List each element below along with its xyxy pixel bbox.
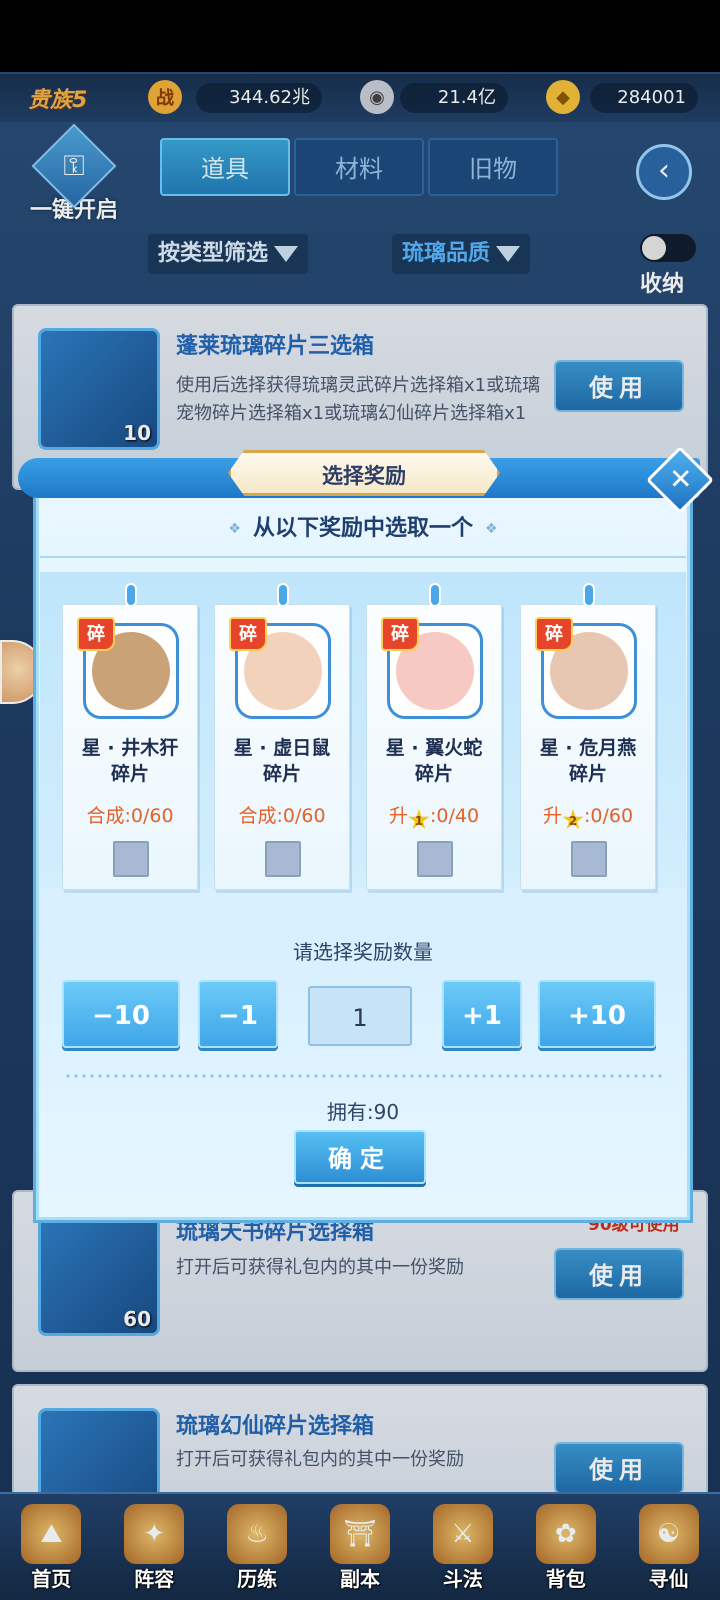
reward-option[interactable]: 碎 星 · 井木犴 碎片 合成:0/60 <box>62 583 198 890</box>
reward-checkbox[interactable] <box>265 841 301 877</box>
plus-10-button[interactable]: +10 <box>538 980 656 1048</box>
arena-icon: ⚔ <box>432 1504 493 1564</box>
reward-name-line1: 星 · 危月燕 <box>539 737 637 759</box>
nav-lineup[interactable]: ✦ 阵容 <box>103 1494 206 1600</box>
training-icon: ♨ <box>227 1504 288 1564</box>
nav-arena[interactable]: ⚔ 斗法 <box>411 1494 514 1600</box>
minus-10-button[interactable]: −10 <box>62 980 180 1048</box>
progress-prefix: 合成 <box>86 805 125 827</box>
owned-count: 拥有:90 <box>326 1100 400 1124</box>
nav-bag[interactable]: ✿ 背包 <box>514 1494 617 1600</box>
diamond-decoration-icon: ❖ <box>485 521 498 537</box>
star-icon: 1 <box>408 809 430 830</box>
nav-dungeon[interactable]: ⛩ 副本 <box>309 1494 412 1600</box>
reward-option[interactable]: 碎 星 · 翼火蛇 碎片 升 1:0/40 <box>366 583 502 890</box>
reward-name: 星 · 虚日鼠 碎片 <box>215 735 349 787</box>
minus-1-button[interactable]: −1 <box>198 980 278 1048</box>
star-icon: 2 <box>562 809 584 830</box>
bag-icon: ✿ <box>535 1504 596 1564</box>
progress-prefix: 升 <box>388 805 408 827</box>
reward-progress: 合成:0/60 <box>215 801 349 828</box>
reward-name-line2: 碎片 <box>568 763 607 785</box>
pin-icon <box>429 583 441 607</box>
fragment-tag: 碎 <box>381 617 419 651</box>
quantity-label: 请选择奖励数量 <box>293 940 433 964</box>
status-bar <box>0 0 720 72</box>
fragment-tag: 碎 <box>229 617 267 651</box>
reward-progress: 合成:0/60 <box>63 801 197 828</box>
lineup-icon: ✦ <box>124 1504 185 1564</box>
nav-label: 斗法 <box>442 1567 483 1591</box>
progress-prefix: 升 <box>542 805 562 827</box>
nav-label: 副本 <box>340 1567 380 1591</box>
progress-value: :0/60 <box>276 805 326 827</box>
reward-progress: 升 1:0/40 <box>367 801 501 831</box>
progress-value: :0/60 <box>124 805 174 827</box>
nav-label: 背包 <box>545 1567 586 1591</box>
fragment-tag: 碎 <box>535 617 573 651</box>
nav-home[interactable]: ⛰ 首页 <box>0 1494 103 1600</box>
progress-value: :0/40 <box>429 805 480 827</box>
subtitle-text: 从以下奖励中选取一个 <box>252 516 473 541</box>
nav-label: 历练 <box>237 1567 278 1591</box>
pin-icon <box>125 583 137 607</box>
seek-immortal-icon: ☯ <box>638 1504 699 1564</box>
nav-label: 寻仙 <box>648 1567 689 1591</box>
plus-1-button[interactable]: +1 <box>442 980 522 1048</box>
reward-checkbox[interactable] <box>417 841 453 877</box>
nav-label: 阵容 <box>134 1567 175 1591</box>
dialog-title: 选择奖励 <box>228 450 500 496</box>
close-icon: ✕ <box>668 462 693 496</box>
progress-value: :0/60 <box>583 805 634 827</box>
dialog-subtitle: ❖ 从以下奖励中选取一个 ❖ <box>36 510 690 542</box>
reward-checkbox[interactable] <box>113 841 149 877</box>
progress-prefix: 合成 <box>238 805 277 827</box>
nav-training[interactable]: ♨ 历练 <box>206 1494 309 1600</box>
reward-name-line2: 碎片 <box>262 763 301 785</box>
reward-name-line2: 碎片 <box>110 763 149 785</box>
reward-option[interactable]: 碎 星 · 虚日鼠 碎片 合成:0/60 <box>214 583 350 890</box>
pin-icon <box>277 583 289 607</box>
reward-name-line2: 碎片 <box>414 763 453 785</box>
dotted-divider <box>64 1074 662 1078</box>
reward-checkbox[interactable] <box>571 841 607 877</box>
dungeon-gate-icon: ⛩ <box>330 1504 390 1564</box>
reward-option[interactable]: 碎 星 · 危月燕 碎片 升 2:0/60 <box>520 583 656 890</box>
bottom-nav: ⛰ 首页 ✦ 阵容 ♨ 历练 ⛩ 副本 ⚔ 斗法 ✿ 背包 ☯ 寻仙 <box>0 1492 720 1600</box>
pin-icon <box>583 583 595 607</box>
reward-progress: 升 2:0/60 <box>521 801 655 831</box>
quantity-input[interactable]: 1 <box>308 986 412 1046</box>
reward-name-line1: 星 · 井木犴 <box>81 737 179 759</box>
fragment-tag: 碎 <box>77 617 115 651</box>
home-icon: ⛰ <box>21 1504 82 1564</box>
nav-label: 首页 <box>31 1567 72 1591</box>
diamond-decoration-icon: ❖ <box>228 521 241 537</box>
reward-name: 星 · 井木犴 碎片 <box>63 735 197 787</box>
reward-name: 星 · 翼火蛇 碎片 <box>367 735 501 787</box>
reward-name-line1: 星 · 翼火蛇 <box>385 737 483 759</box>
confirm-button[interactable]: 确定 <box>294 1130 426 1184</box>
reward-name-line1: 星 · 虚日鼠 <box>233 737 331 759</box>
divider <box>40 556 686 558</box>
reward-name: 星 · 危月燕 碎片 <box>521 735 655 787</box>
nav-seek-immortal[interactable]: ☯ 寻仙 <box>617 1494 720 1600</box>
